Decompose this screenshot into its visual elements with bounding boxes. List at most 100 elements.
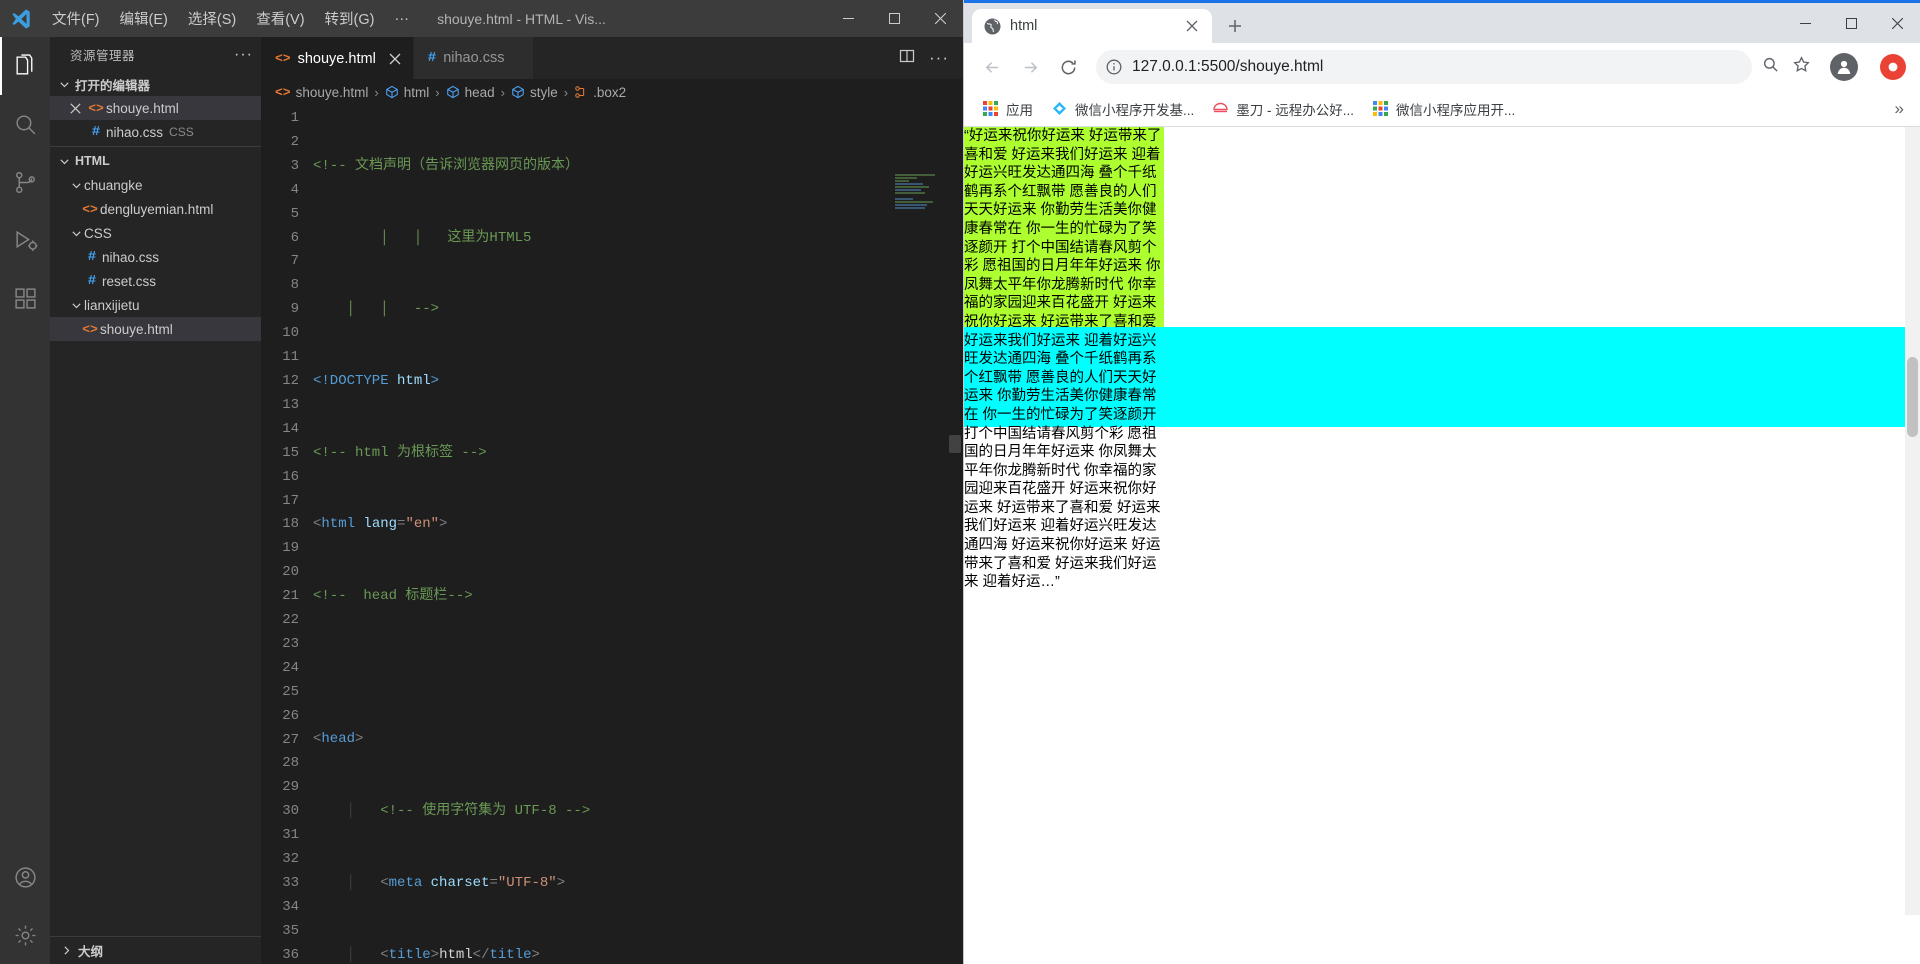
back-arrow-icon[interactable] [974, 49, 1010, 85]
breadcrumb-separator: › [563, 84, 569, 100]
tree-file-nihao-css[interactable]: # nihao.css [50, 245, 261, 269]
extension-icon[interactable] [1880, 54, 1906, 80]
activity-search-icon[interactable] [0, 95, 50, 153]
html-tag-icon: <> [82, 321, 98, 337]
tree-file-dengluyemian-html[interactable]: <> dengluyemian.html [50, 197, 261, 221]
bookmark-modao[interactable]: 墨刀 - 远程办公好... [1204, 94, 1362, 124]
bookmark-label: 应用 [1006, 102, 1033, 118]
menu-selection[interactable]: 选择(S) [178, 4, 246, 33]
editor-tab-actions: ··· [885, 37, 963, 79]
breadcrumb-label: html [403, 84, 430, 100]
address-bar[interactable]: 127.0.0.1:5500/shouye.html [1096, 50, 1752, 84]
activity-explorer-icon[interactable] [0, 37, 50, 95]
vscode-maximize-button[interactable] [871, 0, 917, 37]
editor-area: <> shouye.html # nihao.css ··· <> shouye… [261, 37, 963, 964]
open-editor-nihao-css[interactable]: # nihao.css CSS [50, 120, 261, 144]
menu-view[interactable]: 查看(V) [246, 4, 314, 33]
split-editor-icon[interactable] [899, 48, 915, 69]
tree-item-label: shouye.html [100, 321, 173, 337]
outline-section[interactable]: 大纲 [50, 936, 261, 964]
tab-shouye-html[interactable]: <> shouye.html [261, 37, 414, 79]
sidebar-divider [50, 146, 261, 147]
bookmark-apps[interactable]: 应用 [974, 94, 1041, 124]
breadcrumb-label: .box2 [593, 84, 627, 100]
menu-edit[interactable]: 编辑(E) [110, 4, 178, 33]
code-content[interactable]: <!-- 文档声明（告诉浏览器网页的版本） │ │ 这里为HTML5 │ │ -… [313, 105, 963, 964]
code-line: │ <title>html</title> [313, 946, 540, 963]
scrollbar-thumb[interactable] [1907, 357, 1918, 437]
activity-run-debug-icon[interactable] [0, 211, 50, 269]
vscode-logo-icon [0, 8, 42, 30]
tree-folder-chuangke[interactable]: chuangke [50, 173, 261, 197]
breadcrumb-head[interactable]: head [446, 85, 495, 100]
code-line: <html lang="en"> [313, 516, 448, 533]
activity-bar [0, 37, 50, 964]
tree-folder-css[interactable]: CSS [50, 221, 261, 245]
editor-scrollbar[interactable] [949, 435, 961, 453]
code-line: <!-- head 标题栏--> [313, 588, 473, 605]
forward-arrow-icon[interactable] [1012, 49, 1048, 85]
vscode-close-button[interactable] [917, 0, 963, 37]
tree-file-reset-css[interactable]: # reset.css [50, 269, 261, 293]
chrome-tabstrip: html [964, 3, 1920, 43]
code-line: <head> [313, 731, 364, 748]
activity-accounts-icon[interactable] [0, 848, 50, 906]
info-circle-icon[interactable] [1106, 59, 1122, 75]
close-icon[interactable] [389, 53, 401, 65]
code-line: │ │ 这里为HTML5 [313, 229, 532, 246]
code-line: │ │ --> [313, 301, 440, 318]
code-line: │ <meta charset="UTF-8"> [313, 874, 566, 891]
open-editors-label: 打开的编辑器 [75, 78, 151, 93]
chrome-minimize-button[interactable] [1782, 3, 1828, 43]
tree-file-shouye-html[interactable]: <> shouye.html [50, 317, 261, 341]
more-actions-icon[interactable]: ··· [929, 48, 949, 68]
browser-tab-html[interactable]: html [972, 9, 1212, 43]
breadcrumb-style[interactable]: style [511, 85, 558, 100]
page-scrollbar[interactable] [1905, 127, 1920, 915]
menu-file[interactable]: 文件(F) [42, 4, 110, 33]
chevron-down-icon [56, 76, 72, 92]
vscode-titlebar: 文件(F) 编辑(E) 选择(S) 查看(V) 转到(G) ··· shouye… [0, 0, 963, 37]
new-tab-button[interactable] [1218, 9, 1252, 43]
tab-nihao-css[interactable]: # nihao.css [413, 37, 534, 79]
css-hash-icon: # [91, 124, 101, 140]
chrome-close-button[interactable] [1874, 3, 1920, 43]
tree-folder-lianxijietu[interactable]: lianxijietu [50, 293, 261, 317]
bookmark-weixin-dev[interactable]: 微信小程序开发基... [1043, 94, 1202, 124]
breadcrumb-box2[interactable]: .box2 [574, 85, 626, 100]
close-icon[interactable] [64, 102, 86, 114]
open-editor-label: shouye.html [106, 100, 179, 116]
explorer-more-icon[interactable]: ··· [234, 46, 253, 64]
minimap[interactable] [891, 173, 955, 225]
profile-avatar-icon[interactable] [1830, 53, 1858, 81]
activity-extensions-icon[interactable] [0, 269, 50, 327]
reload-icon[interactable] [1050, 49, 1086, 85]
breadcrumb-label: shouye.html [295, 84, 369, 100]
open-editor-shouye-html[interactable]: <> shouye.html [50, 96, 261, 120]
bookmarks-overflow-icon[interactable]: » [1889, 99, 1910, 119]
bookmark-weixin-app[interactable]: 微信小程序应用开... [1364, 94, 1523, 124]
chrome-maximize-button[interactable] [1828, 3, 1874, 43]
code-editor[interactable]: 1 2 3 4 5 6 7 8 9 10 11 12 13 14 15 16 17 18 19 20 21 22 23 24 2… [261, 105, 963, 964]
star-icon[interactable] [1793, 56, 1810, 78]
vscode-minimize-button[interactable] [825, 0, 871, 37]
breadcrumb-label: style [530, 84, 558, 100]
menu-more[interactable]: ··· [384, 7, 419, 31]
code-line: <!DOCTYPE html> [313, 372, 440, 389]
vscode-window: 文件(F) 编辑(E) 选择(S) 查看(V) 转到(G) ··· shouye… [0, 0, 963, 964]
breadcrumb-file[interactable]: <> shouye.html [275, 85, 368, 100]
breadcrumb: <> shouye.html › html › head › style › .… [261, 79, 963, 105]
project-section[interactable]: HTML [50, 149, 261, 173]
html-tag-icon: <> [82, 201, 98, 217]
activity-source-control-icon[interactable] [0, 153, 50, 211]
zoom-icon[interactable] [1762, 56, 1779, 78]
activity-settings-icon[interactable] [0, 906, 50, 964]
css-rule-icon [574, 85, 588, 99]
url-text[interactable]: 127.0.0.1:5500/shouye.html [1132, 58, 1742, 76]
menu-go[interactable]: 转到(G) [315, 4, 385, 33]
breadcrumb-html[interactable]: html [385, 84, 430, 100]
open-editors-section[interactable]: 打开的编辑器 [50, 72, 261, 96]
close-icon[interactable] [1182, 16, 1202, 36]
breadcrumb-separator: › [435, 84, 440, 100]
